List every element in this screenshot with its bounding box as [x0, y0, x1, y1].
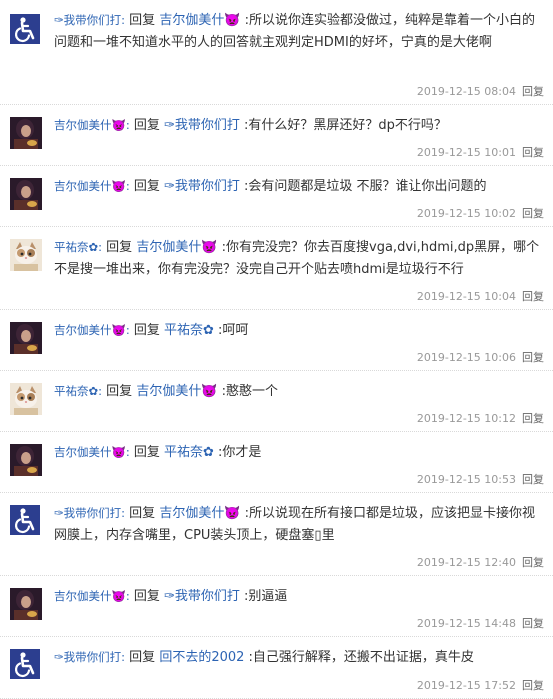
reply-meta: 2019-12-15 10:04 回复: [417, 288, 544, 304]
user-avatar[interactable]: [10, 444, 42, 476]
reply-button[interactable]: 回复: [522, 351, 544, 364]
reply-target-link[interactable]: 吉尔伽美什👿: [159, 13, 240, 28]
reply-timestamp: 2019-12-15 10:06: [416, 351, 516, 364]
reply-meta: 2019-12-15 12:40 回复: [417, 554, 544, 570]
username-link[interactable]: 吉尔伽美什👿:: [54, 179, 130, 193]
user-avatar[interactable]: [10, 117, 42, 149]
username-link[interactable]: 吉尔伽美什👿:: [54, 589, 130, 603]
wheelchair-avatar-icon[interactable]: [10, 505, 42, 537]
reply-timestamp: 2019-12-15 10:02: [416, 207, 516, 220]
reply-target-link[interactable]: ✑我带你们打: [164, 118, 240, 133]
reply-word: 回复: [133, 589, 160, 604]
reply-meta: 2019-12-15 14:48 回复: [417, 615, 544, 631]
reply-meta: 2019-12-15 10:01 回复: [417, 144, 544, 160]
reply-text: :你才是: [218, 445, 262, 460]
reply-content: 吉尔伽美什👿: 回复 平祐奈✿ :你才是: [54, 441, 541, 464]
reply-text: :有什么好？黑屏还好？dp不行吗？: [244, 118, 447, 133]
reply-item: 吉尔伽美什👿: 回复 ✑我带你们打 :别逼逼 2019-12-15 14:48 回复: [0, 576, 553, 637]
reply-button[interactable]: 回复: [522, 556, 544, 569]
reply-content: ✑我带你们打: 回复 吉尔伽美什👿 :所以说你连实验都没做过，纯粹是靠着一个小白…: [54, 9, 541, 54]
reply-item: 吉尔伽美什👿: 回复 ✑我带你们打 :有什么好？黑屏还好？dp不行吗？ 2019-…: [0, 105, 553, 166]
username-link[interactable]: 吉尔伽美什👿:: [54, 445, 130, 459]
reply-text: :所以说现在所有接口都是垃圾，应该把显卡接你视网膜上，内存含嘴里，CPU装头顶上…: [54, 506, 536, 543]
reply-item: 平祐奈✿: 回复 吉尔伽美什👿 :憨憨一个 2019-12-15 10:12 回复: [0, 371, 553, 432]
reply-word: 回复: [129, 650, 156, 665]
wheelchair-avatar-icon[interactable]: [10, 649, 42, 681]
reply-timestamp: 2019-12-15 10:04: [416, 290, 516, 303]
reply-meta: 2019-12-15 10:53 回复: [417, 471, 544, 487]
reply-timestamp: 2019-12-15 10:12: [416, 412, 516, 425]
reply-target-link[interactable]: 吉尔伽美什👿: [136, 240, 217, 255]
reply-content: 吉尔伽美什👿: 回复 ✑我带你们打 :会有问题都是垃圾 不服？谁让你出问题的: [54, 175, 541, 198]
reply-text: :所以说你连实验都没做过，纯粹是靠着一个小白的问题和一堆不知道水平的人的回答就主…: [54, 13, 536, 50]
reply-meta: 2019-12-15 10:12 回复: [417, 410, 544, 426]
reply-text: :别逼逼: [244, 589, 288, 604]
reply-timestamp: 2019-12-15 17:52: [416, 679, 516, 692]
wheelchair-avatar-icon[interactable]: [10, 14, 42, 46]
reply-text: :自己强行解释，还搬不出证据，真牛皮: [248, 650, 474, 665]
user-avatar[interactable]: [10, 239, 42, 271]
reply-meta: 2019-12-15 17:52 回复: [417, 677, 544, 693]
reply-target-link[interactable]: ✑我带你们打: [164, 589, 240, 604]
user-avatar[interactable]: [10, 588, 42, 620]
reply-word: 回复: [129, 13, 156, 28]
reply-item: 平祐奈✿: 回复 吉尔伽美什👿 :你有完没完？你去百度搜vga,dvi,hdmi…: [0, 227, 553, 310]
user-avatar[interactable]: [10, 178, 42, 210]
reply-button[interactable]: 回复: [522, 473, 544, 486]
username-link[interactable]: 平祐奈✿:: [54, 240, 102, 254]
reply-content: ✑我带你们打: 回复 吉尔伽美什👿 :所以说现在所有接口都是垃圾，应该把显卡接你…: [54, 502, 541, 547]
reply-timestamp: 2019-12-15 08:04: [416, 85, 516, 98]
reply-content: ✑我带你们打: 回复 回不去的2002 :自己强行解释，还搬不出证据，真牛皮: [54, 646, 541, 669]
reply-button[interactable]: 回复: [522, 617, 544, 630]
reply-target-link[interactable]: ✑我带你们打: [164, 179, 240, 194]
reply-word: 回复: [106, 240, 133, 255]
reply-button[interactable]: 回复: [522, 679, 544, 692]
reply-text: :呵呵: [218, 323, 249, 338]
reply-word: 回复: [133, 179, 160, 194]
reply-button[interactable]: 回复: [522, 207, 544, 220]
reply-timestamp: 2019-12-15 14:48: [416, 617, 516, 630]
reply-content: 吉尔伽美什👿: 回复 ✑我带你们打 :有什么好？黑屏还好？dp不行吗？: [54, 114, 541, 137]
username-link[interactable]: 吉尔伽美什👿:: [54, 118, 130, 132]
reply-item: 吉尔伽美什👿: 回复 平祐奈✿ :你才是 2019-12-15 10:53 回复: [0, 432, 553, 493]
reply-target-link[interactable]: 平祐奈✿: [164, 445, 214, 460]
username-link[interactable]: 吉尔伽美什👿:: [54, 323, 130, 337]
reply-meta: 2019-12-15 10:06 回复: [417, 349, 544, 365]
reply-word: 回复: [133, 445, 160, 460]
reply-word: 回复: [133, 118, 160, 133]
reply-item: 吉尔伽美什👿: 回复 平祐奈✿ :呵呵 2019-12-15 10:06 回复: [0, 310, 553, 371]
reply-meta: 2019-12-15 10:02 回复: [417, 205, 544, 221]
username-link[interactable]: 平祐奈✿:: [54, 384, 102, 398]
username-link[interactable]: ✑我带你们打:: [54, 13, 125, 27]
reply-target-link[interactable]: 平祐奈✿: [164, 323, 214, 338]
reply-button[interactable]: 回复: [522, 290, 544, 303]
reply-timestamp: 2019-12-15 10:53: [416, 473, 516, 486]
reply-word: 回复: [106, 384, 133, 399]
reply-timestamp: 2019-12-15 10:01: [416, 146, 516, 159]
reply-word: 回复: [133, 323, 160, 338]
reply-target-link[interactable]: 吉尔伽美什👿: [136, 384, 217, 399]
reply-item: ✑我带你们打: 回复 吉尔伽美什👿 :所以说现在所有接口都是垃圾，应该把显卡接你…: [0, 493, 553, 576]
reply-content: 平祐奈✿: 回复 吉尔伽美什👿 :你有完没完？你去百度搜vga,dvi,hdmi…: [54, 236, 541, 281]
reply-item: 吉尔伽美什👿: 回复 ✑我带你们打 :会有问题都是垃圾 不服？谁让你出问题的 20…: [0, 166, 553, 227]
username-link[interactable]: ✑我带你们打:: [54, 650, 125, 664]
reply-item: ✑我带你们打: 回复 吉尔伽美什👿 :所以说你连实验都没做过，纯粹是靠着一个小白…: [0, 0, 553, 105]
reply-content: 吉尔伽美什👿: 回复 平祐奈✿ :呵呵: [54, 319, 541, 342]
reply-button[interactable]: 回复: [522, 85, 544, 98]
reply-button[interactable]: 回复: [522, 146, 544, 159]
reply-target-link[interactable]: 回不去的2002: [159, 650, 244, 665]
reply-word: 回复: [129, 506, 156, 521]
reply-target-link[interactable]: 吉尔伽美什👿: [159, 506, 240, 521]
user-avatar[interactable]: [10, 322, 42, 354]
user-avatar[interactable]: [10, 383, 42, 415]
reply-content: 吉尔伽美什👿: 回复 ✑我带你们打 :别逼逼: [54, 585, 541, 608]
reply-text: :憨憨一个: [221, 384, 279, 399]
reply-timestamp: 2019-12-15 12:40: [416, 556, 516, 569]
reply-item: ✑我带你们打: 回复 回不去的2002 :自己强行解释，还搬不出证据，真牛皮 20…: [0, 637, 553, 699]
reply-meta: 2019-12-15 08:04 回复: [417, 83, 544, 99]
reply-text: :会有问题都是垃圾 不服？谁让你出问题的: [244, 179, 487, 194]
username-link[interactable]: ✑我带你们打:: [54, 506, 125, 520]
reply-content: 平祐奈✿: 回复 吉尔伽美什👿 :憨憨一个: [54, 380, 541, 403]
reply-button[interactable]: 回复: [522, 412, 544, 425]
